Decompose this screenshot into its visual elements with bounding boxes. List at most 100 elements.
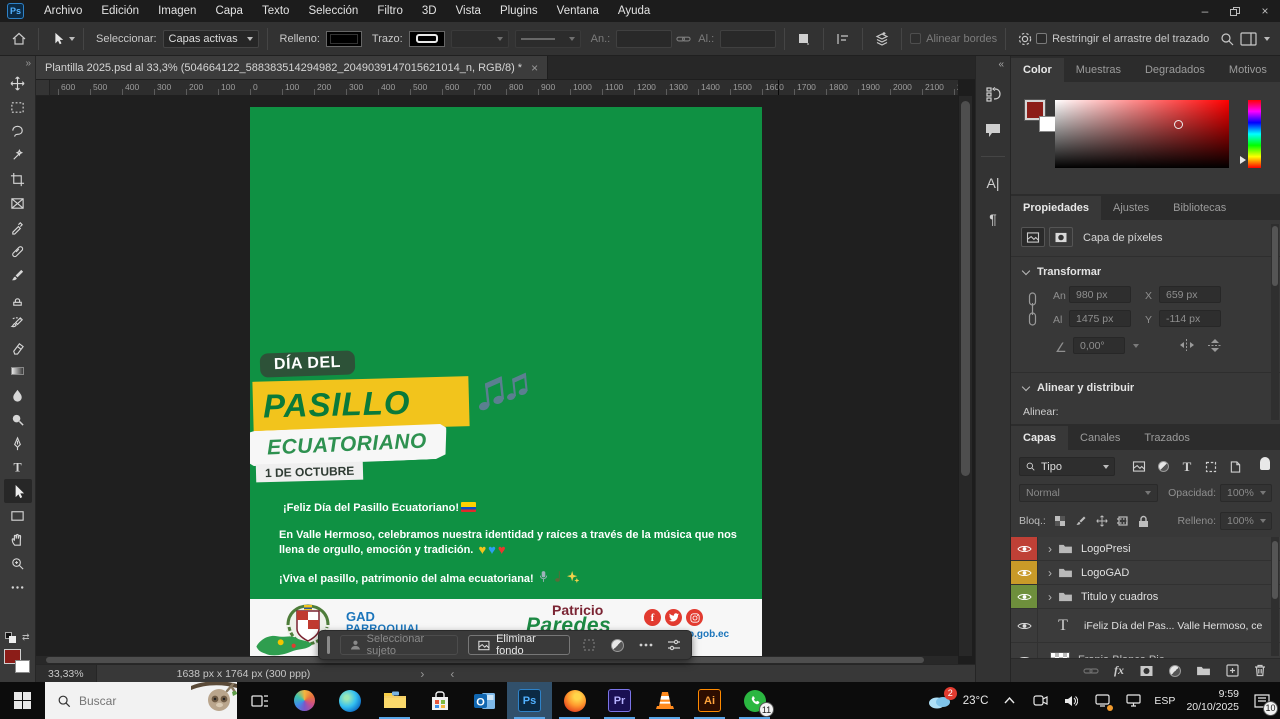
height-value[interactable]: 1475 px	[1069, 310, 1131, 327]
restore-button[interactable]	[1220, 0, 1250, 22]
path-arrangement-icon[interactable]	[871, 28, 893, 50]
toolbar-expand-icon[interactable]: »	[25, 58, 31, 69]
rectangle-tool[interactable]	[4, 503, 32, 527]
photoshop-taskbar-icon[interactable]: Ps	[507, 682, 552, 719]
status-next-icon[interactable]: ›	[420, 667, 424, 681]
constrain-path-checkbox[interactable]	[1036, 33, 1047, 44]
new-layer-icon[interactable]	[1226, 664, 1239, 677]
path-selection-tool[interactable]	[4, 479, 32, 503]
canvas-area[interactable]: DÍA DEL PASILLO ECUATORIANO 1 DE OCTUBRE…	[36, 96, 958, 656]
filter-smart-objects-icon[interactable]	[1225, 457, 1245, 476]
x-value[interactable]: 659 px	[1159, 286, 1221, 303]
color-field-marker[interactable]	[1174, 120, 1183, 129]
menu-filtro[interactable]: Filtro	[377, 5, 403, 17]
minimize-button[interactable]: –	[1190, 0, 1220, 22]
new-adjustment-layer-icon[interactable]	[1169, 665, 1181, 677]
angle-caret[interactable]	[1133, 344, 1139, 348]
transform-icon[interactable]	[580, 638, 598, 652]
blend-mode-dropdown[interactable]: Normal	[1019, 484, 1158, 502]
illustrator-icon[interactable]: Ai	[687, 682, 732, 719]
color-field[interactable]	[1055, 100, 1229, 168]
tab-ajustes[interactable]: Ajustes	[1101, 196, 1161, 220]
filter-type-layers-icon[interactable]: T	[1177, 457, 1197, 476]
whatsapp-icon[interactable]: 11	[732, 682, 777, 719]
width-value[interactable]: 980 px	[1069, 286, 1131, 303]
select-mode-dropdown[interactable]: Capas activas	[163, 30, 259, 48]
microsoft-store-icon[interactable]	[417, 682, 462, 719]
hue-slider[interactable]	[1248, 100, 1261, 168]
layer-name[interactable]: iFeliz Día del Pas... Valle Hermoso, ce	[1084, 620, 1262, 632]
lasso-tool[interactable]	[4, 119, 32, 143]
flip-horizontal-icon[interactable]	[1179, 338, 1195, 352]
link-layers-icon[interactable]	[1083, 666, 1099, 676]
file-explorer-icon[interactable]	[372, 682, 417, 719]
drag-handle[interactable]	[327, 636, 330, 654]
stroke-swatch[interactable]	[409, 31, 445, 47]
opacity-value[interactable]: 100%	[1220, 484, 1272, 502]
current-tool-icon[interactable]	[47, 28, 69, 50]
search-highlight-sloth-image[interactable]	[191, 682, 237, 719]
pixel-layer-thumb-icon[interactable]	[1021, 227, 1045, 247]
fill-value[interactable]: 100%	[1220, 512, 1272, 530]
tab-propiedades[interactable]: Propiedades	[1011, 196, 1101, 220]
default-colors-icon[interactable]: ⇄	[5, 632, 31, 644]
visibility-eye-icon[interactable]	[1011, 609, 1038, 642]
menu-ayuda[interactable]: Ayuda	[618, 5, 650, 17]
lock-pixels-icon[interactable]	[1075, 515, 1087, 527]
group-disclosure-icon[interactable]: ›	[1048, 590, 1052, 604]
home-icon[interactable]	[8, 28, 30, 50]
fill-swatch[interactable]	[326, 31, 362, 47]
menu-ventana[interactable]: Ventana	[557, 5, 599, 17]
properties-toggle-icon[interactable]	[665, 639, 683, 651]
premiere-icon[interactable]: Pr	[597, 682, 642, 719]
y-value[interactable]: -114 px	[1159, 310, 1221, 327]
history-panel-icon[interactable]	[980, 81, 1006, 107]
panel-scrollbar[interactable]	[1271, 224, 1279, 420]
panel-scrollbar-thumb[interactable]	[1272, 226, 1278, 286]
filter-toggle-pin[interactable]	[1260, 457, 1270, 470]
copilot-icon[interactable]	[282, 682, 327, 719]
tab-bibliotecas[interactable]: Bibliotecas	[1161, 196, 1238, 220]
background-color-well[interactable]	[1039, 116, 1056, 132]
layer-row-logopresi[interactable]: › LogoPresi	[1011, 537, 1280, 561]
paragraph-panel-icon[interactable]: ¶	[980, 206, 1006, 232]
tab-motivos[interactable]: Motivos	[1217, 58, 1279, 82]
brush-tool[interactable]	[4, 263, 32, 287]
zoom-level-field[interactable]: 33,33%	[36, 665, 97, 682]
select-subject-button[interactable]: Seleccionar sujeto	[340, 635, 459, 655]
menu-edicion[interactable]: Edición	[101, 5, 139, 17]
lock-artboard-icon[interactable]	[1117, 515, 1129, 527]
marquee-tool[interactable]	[4, 95, 32, 119]
search-input[interactable]	[79, 694, 189, 708]
layers-scrollbar[interactable]	[1271, 537, 1279, 656]
angle-value[interactable]: 0,00°	[1073, 337, 1125, 354]
tab-canales[interactable]: Canales	[1068, 426, 1132, 450]
group-disclosure-icon[interactable]: ›	[1048, 566, 1052, 580]
vertical-scrollbar[interactable]	[958, 96, 972, 656]
lock-transparency-icon[interactable]	[1054, 515, 1066, 527]
tab-color[interactable]: Color	[1011, 58, 1064, 82]
layer-name[interactable]: LogoPresi	[1081, 543, 1131, 555]
status-prev-icon[interactable]: ‹	[450, 667, 454, 681]
delete-layer-icon[interactable]	[1254, 664, 1266, 677]
link-dimensions-icon[interactable]	[672, 28, 694, 50]
healing-brush-tool[interactable]	[4, 239, 32, 263]
remove-background-button[interactable]: Eliminar fondo	[468, 635, 570, 655]
language-indicator[interactable]: ESP	[1154, 695, 1175, 707]
tab-close-icon[interactable]: ×	[531, 61, 538, 75]
edit-toolbar-icon[interactable]	[4, 575, 32, 599]
comments-panel-icon[interactable]	[980, 117, 1006, 143]
tab-muestras[interactable]: Muestras	[1064, 58, 1133, 82]
more-options-icon[interactable]	[636, 643, 654, 647]
add-mask-icon[interactable]	[1139, 665, 1154, 677]
layer-styles-icon[interactable]: fx	[1114, 663, 1124, 678]
menu-imagen[interactable]: Imagen	[158, 5, 196, 17]
layer-name[interactable]: LogoGAD	[1081, 567, 1129, 579]
close-button[interactable]: ×	[1250, 0, 1280, 22]
mask-thumb-icon[interactable]	[1049, 227, 1073, 247]
eyedropper-tool[interactable]	[4, 215, 32, 239]
menu-plugins[interactable]: Plugins	[500, 5, 538, 17]
tab-capas[interactable]: Capas	[1011, 426, 1068, 450]
visibility-eye-icon[interactable]	[1011, 585, 1038, 608]
swap-colors-icon[interactable]: ⇄	[22, 632, 30, 643]
